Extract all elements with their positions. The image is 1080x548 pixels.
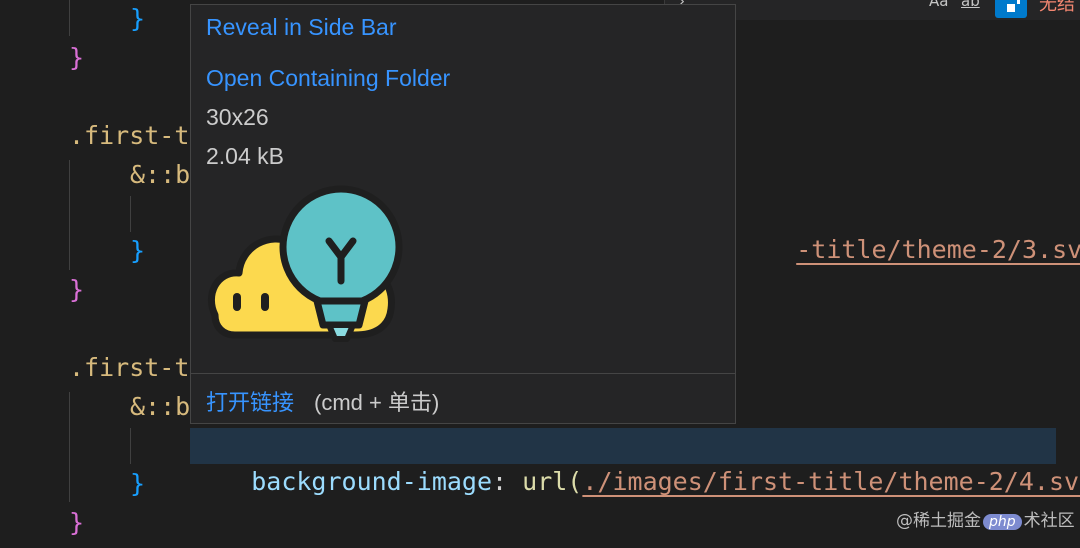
code-line-brace: } <box>69 275 85 304</box>
reveal-in-sidebar-link[interactable]: Reveal in Side Bar <box>206 13 397 41</box>
hover-status-bar: 打开链接 (cmd + 单击) <box>191 373 735 424</box>
punctuation: : <box>492 467 523 496</box>
indent-guide <box>69 392 70 502</box>
open-containing-folder-link[interactable]: Open Containing Folder <box>206 64 450 92</box>
code-line-brace: } <box>69 508 85 537</box>
image-hover-popup: Reveal in Side Bar Open Containing Folde… <box>190 4 736 424</box>
watermark-badge: php <box>983 514 1022 530</box>
find-status: 无结 <box>1039 0 1075 15</box>
cloud-lightbulb-icon <box>207 185 403 342</box>
match-word-icon[interactable]: ab <box>961 0 980 10</box>
indent-guide <box>130 428 131 464</box>
watermark-suffix: 术社区 <box>1023 511 1075 531</box>
image-filesize: 2.04 kB <box>206 143 284 169</box>
code-line-url-3: -title/theme-2/3.svg); <box>736 196 1080 264</box>
url-string[interactable]: -title/theme-2/3.svg <box>796 235 1080 264</box>
regex-toggle-icon[interactable] <box>995 0 1027 18</box>
image-preview <box>205 185 405 357</box>
css-property: background-image <box>251 467 493 496</box>
code-line-url-4: background-image: url(./images/first-tit… <box>191 428 1080 496</box>
indent-guide <box>69 160 70 270</box>
image-dimensions: 30x26 <box>206 104 269 130</box>
code-line-brace: } <box>130 4 146 33</box>
indent-guide <box>69 0 70 36</box>
code-line-pseudo: &::b <box>130 392 191 421</box>
follow-link-action[interactable]: 打开链接 <box>206 385 294 417</box>
code-line-brace: } <box>130 236 146 265</box>
indent-guide <box>130 196 131 232</box>
css-function: url( <box>522 467 583 496</box>
code-line-brace: } <box>69 43 85 72</box>
code-line-brace: } <box>130 469 146 498</box>
watermark-prefix: @稀土掘金 <box>896 511 981 531</box>
code-line-selector: .first-t <box>69 353 190 382</box>
code-line-pseudo: &::b <box>130 160 191 189</box>
url-string[interactable]: ./images/first-title/theme-2/4.svg <box>582 467 1080 496</box>
code-line-selector: .first-t <box>69 121 190 150</box>
follow-link-hint: (cmd + 单击) <box>314 390 440 415</box>
match-case-icon[interactable]: Aa <box>929 0 948 10</box>
watermark: @稀土掘金 php 术社区 <box>896 506 1075 531</box>
